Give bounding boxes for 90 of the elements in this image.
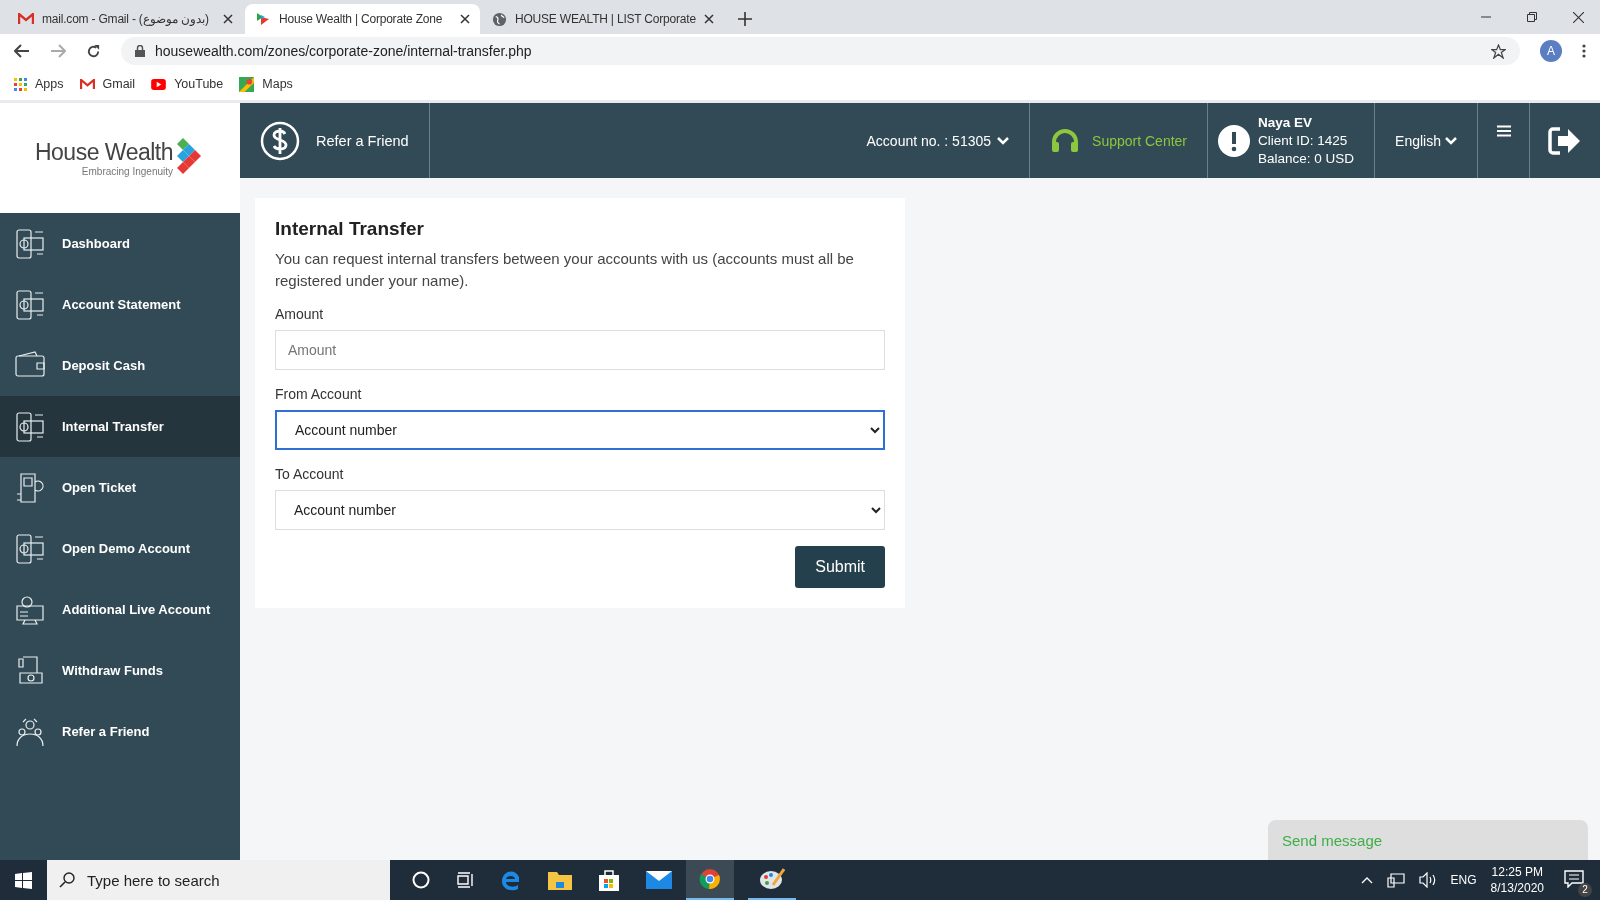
monitor-user-icon	[15, 593, 45, 626]
close-icon[interactable]	[223, 14, 233, 24]
globe-icon	[492, 11, 507, 27]
bookmark[interactable]: Gmail	[79, 77, 136, 91]
tab-title: mail.com - Gmail - (بدون موضوع)	[42, 12, 209, 26]
chevron-down-icon	[1445, 136, 1457, 145]
restore-icon[interactable]	[1527, 11, 1537, 22]
phone-card-icon	[15, 532, 45, 565]
windows-icon[interactable]	[15, 871, 32, 889]
mail-envelope-icon[interactable]	[646, 871, 672, 889]
from-account-select[interactable]: Account number	[275, 410, 885, 450]
chevron-up-icon[interactable]	[1360, 876, 1373, 884]
tab-title: House Wealth | Corporate Zone	[279, 12, 443, 26]
task-view-icon[interactable]	[456, 872, 474, 888]
lock-icon	[135, 45, 145, 57]
menu-icon[interactable]	[1496, 125, 1511, 137]
field-label: From Account	[275, 386, 363, 402]
browser-tab[interactable]: mail.com - Gmail - (بدون موضوع)	[8, 4, 243, 34]
sidebar-item[interactable]: Dashboard	[0, 213, 240, 274]
notification-icon[interactable]	[1564, 869, 1584, 888]
close-icon[interactable]	[460, 14, 470, 24]
balance: Balance: 0 USD	[1258, 151, 1355, 166]
submit-button[interactable]: Submit	[795, 546, 885, 588]
sidebar-item[interactable]: Open Demo Account	[0, 518, 240, 579]
phone-card-icon	[15, 288, 45, 321]
close-icon[interactable]	[703, 14, 714, 24]
phone-card-icon	[15, 410, 45, 443]
bookmark[interactable]: Maps	[239, 76, 293, 92]
amount-field[interactable]: Amount	[275, 330, 885, 370]
folder-icon[interactable]	[548, 870, 572, 890]
circle-icon[interactable]	[412, 871, 430, 889]
support-center-link[interactable]: Support Center	[1030, 103, 1208, 178]
notification-badge: 2	[1578, 882, 1592, 897]
house-wealth-logo[interactable]: House Wealth Embracing Ingenuity	[0, 103, 240, 213]
headset-icon	[1050, 127, 1081, 154]
browser-tab[interactable]: House Wealth | Corporate Zone	[245, 4, 480, 34]
bookmark[interactable]: YouTube	[151, 77, 224, 91]
logo-name: House Wealth	[34, 139, 173, 166]
taskbar-search[interactable]: Type here to search	[47, 860, 390, 900]
browser-e-icon[interactable]	[500, 869, 522, 891]
mail-icon	[18, 13, 34, 25]
field-label: To Account	[275, 466, 345, 482]
sidebar-item[interactable]: Refer a Friend	[0, 701, 240, 762]
play-icon	[151, 78, 167, 90]
sidebar-item[interactable]: Open Ticket	[0, 457, 240, 518]
reload-icon[interactable]	[86, 43, 101, 59]
bookmark[interactable]: Apps	[14, 77, 64, 91]
user-name: Naya EV	[1258, 115, 1314, 130]
phone-card-icon	[15, 227, 45, 260]
refer-a-friend-link[interactable]: Refer a Friend	[240, 103, 430, 178]
star-icon[interactable]	[1491, 43, 1506, 59]
chat-placeholder: Send message	[1282, 831, 1383, 849]
new-tab-icon[interactable]	[737, 12, 752, 26]
sidebar-item[interactable]: Account Statement	[0, 274, 240, 335]
profile-avatar[interactable]: A	[1540, 40, 1562, 62]
close-icon[interactable]	[1573, 11, 1584, 23]
alert-icon	[1218, 124, 1250, 157]
chrome-icon[interactable]	[699, 868, 721, 890]
more-icon[interactable]	[1582, 44, 1586, 58]
search-icon	[59, 872, 75, 888]
dollar-circle-icon	[260, 120, 300, 161]
paint-palette-icon[interactable]	[759, 867, 785, 891]
grid-icon	[14, 77, 27, 91]
logo-tagline: Embracing Ingenuity	[81, 166, 173, 177]
back-icon[interactable]	[14, 44, 30, 58]
speaker-icon[interactable]	[1418, 872, 1437, 888]
url-text: housewealth.com/zones/corporate-zone/internal-transfer.php	[155, 43, 532, 59]
account-dropdown[interactable]: Account no. : 51305	[866, 103, 1031, 178]
sidebar-item[interactable]: Additional Live Account	[0, 579, 240, 640]
sidebar-item[interactable]: Withdraw Funds	[0, 640, 240, 701]
page-title: Internal Transfer	[275, 218, 425, 240]
sidebar-item[interactable]: Deposit Cash	[0, 335, 240, 396]
tab-title: HOUSE WEALTH | LIST Corporate	[515, 12, 696, 26]
map-icon	[239, 76, 255, 92]
network-icon[interactable]	[1386, 872, 1405, 888]
language-indicator[interactable]: ENG	[1450, 873, 1477, 887]
language-dropdown[interactable]: English	[1375, 103, 1478, 178]
chevron-down-icon	[997, 136, 1010, 145]
browser-tab[interactable]: HOUSE WEALTH | LIST Corporate	[482, 4, 724, 34]
to-account-select[interactable]: Account number	[275, 490, 885, 530]
clock[interactable]: 12:25 PM 8/13/2020	[1490, 865, 1544, 895]
client-id: Client ID: 1425	[1258, 133, 1349, 148]
field-label: Amount	[275, 306, 325, 322]
logo-icon	[255, 11, 271, 27]
store-bag-icon[interactable]	[598, 869, 620, 891]
address-bar[interactable]: housewealth.com/zones/corporate-zone/internal-transfer.php	[121, 37, 1520, 65]
logout-icon[interactable]	[1548, 125, 1582, 156]
description: You can request internal transfers between your accounts with us (accounts must all be registered under your name).	[275, 249, 855, 291]
mail-icon	[79, 78, 95, 90]
sidebar-item[interactable]: Internal Transfer	[0, 396, 240, 457]
